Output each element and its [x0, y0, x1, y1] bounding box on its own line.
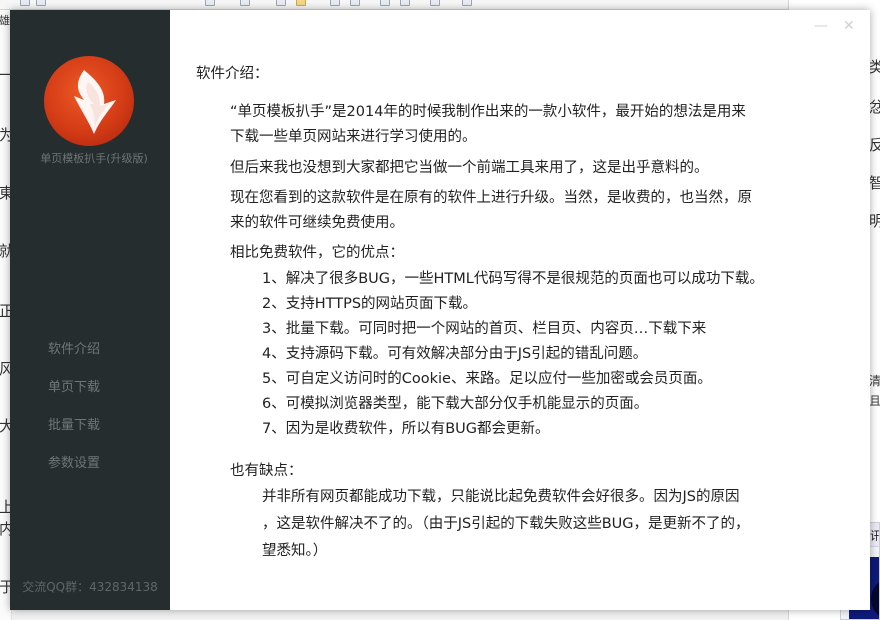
bg-char: 反	[869, 134, 880, 155]
text-line: 相比免费软件，它的优点：	[230, 245, 404, 261]
sidebar-item-intro[interactable]: 软件介绍	[48, 341, 100, 379]
close-icon[interactable]: ✕	[843, 18, 855, 34]
cons-title: 也有缺点：	[230, 459, 820, 484]
bg-char: 类	[869, 56, 880, 77]
bg-char: 智	[869, 172, 880, 193]
format-icon[interactable]	[462, 0, 472, 6]
bg-char: 忿	[869, 96, 880, 117]
pros-item: 3、批量下载。可同时把一个网站的首页、栏目页、内容页…下载下来	[262, 321, 707, 337]
pen-icon[interactable]	[380, 0, 390, 6]
bg-char: 雄	[0, 14, 10, 27]
sidebar-item-batch-download[interactable]: 批量下载	[48, 417, 100, 455]
paragraph-3: 现在您看到的这款软件是在原有的软件上进行升级。当然，是收费的，也当然，原 来的软…	[230, 186, 820, 236]
text-line: 下载一些单页网站来进行学习使用的。	[230, 129, 477, 145]
bg-char: 明	[869, 210, 880, 231]
app-logo	[44, 56, 134, 146]
bg-char: 清	[869, 374, 880, 388]
pros-item: 6、可模拟浏览器类型，能下载大部分仅手机能显示的页面。	[262, 396, 649, 412]
toolbar-icon[interactable]	[20, 0, 30, 6]
text-line: 但后来我也没想到大家都把它当做一个前端工具来用了，这是出乎意料的。	[230, 160, 709, 176]
pros-item: 5、可自定义访问时的Cookie、来路。足以应付一些加密或会员页面。	[262, 371, 712, 387]
marker-icon[interactable]	[400, 0, 410, 6]
bg-char: 且	[869, 394, 880, 408]
sidebar-item-single-download[interactable]: 单页下载	[48, 379, 100, 417]
text-line: ，这是软件解决不了的。（由于JS引起的下载失败这些BUG，是更新不了的，	[262, 516, 750, 532]
pros-item: 1、解决了很多BUG，一些HTML代码写得不是很规范的页面也可以成功下载。	[262, 271, 764, 287]
paragraph-2: 但后来我也没想到大家都把它当做一个前端工具来用了，这是出乎意料的。	[230, 156, 820, 181]
align-icon[interactable]	[276, 0, 286, 6]
align-icon[interactable]	[296, 0, 306, 6]
align-icon[interactable]	[350, 0, 360, 6]
app-name: 单页模板扒手(升级版)	[40, 152, 148, 165]
pros-item: 2、支持HTTPS的网站页面下载。	[262, 296, 478, 312]
sidebar-nav: 软件介绍 单页下载 批量下载 参数设置	[48, 341, 100, 493]
text-line: 望悉知。）	[262, 543, 328, 559]
host-toolbar	[0, 0, 880, 10]
section-title: 软件介绍：	[196, 66, 269, 82]
text-line: “单页模板扒手”是2014年的时候我制作出来的一款小软件，最开始的想法是用来	[230, 104, 746, 120]
text-line: 并非所有网页都能成功下载，只能说比起免费软件会好很多。因为JS的原因	[262, 489, 740, 505]
pros-item: 4、支持源码下载。可有效解决部分由于JS引起的错乱问题。	[262, 346, 648, 362]
list-icon[interactable]	[205, 0, 215, 6]
pros-title: 相比免费软件，它的优点：	[230, 241, 820, 266]
list-icon[interactable]	[240, 0, 250, 6]
pros-item: 7、因为是收费软件，所以有BUG都会更新。	[262, 421, 550, 437]
about-dialog: — ✕ 单页模板扒手(升级版) 软件介绍 单页下载 批量下载 参数设置 交流QQ…	[10, 10, 870, 610]
minimize-icon[interactable]: —	[814, 18, 828, 34]
qq-group-info: 交流QQ群：432834138	[22, 580, 158, 594]
toolbar-icon[interactable]	[36, 0, 46, 6]
sidebar-item-settings[interactable]: 参数设置	[48, 455, 100, 493]
intro-paragraph: “单页模板扒手”是2014年的时候我制作出来的一款小软件，最开始的想法是用来 下…	[230, 100, 820, 150]
sidebar: 单页模板扒手(升级版) 软件介绍 单页下载 批量下载 参数设置 交流QQ群：43…	[10, 10, 170, 610]
text-line: 来的软件可继续免费使用。	[230, 215, 404, 231]
text-line: 也有缺点：	[230, 463, 303, 479]
align-icon[interactable]	[330, 0, 340, 6]
cons-paragraph: 并非所有网页都能成功下载，只能说比起免费软件会好很多。因为JS的原因 ，这是软件…	[262, 484, 822, 565]
text-line: 现在您看到的这款软件是在原有的软件上进行升级。当然，是收费的，也当然，原	[230, 190, 752, 206]
highlight-icon[interactable]	[430, 0, 440, 6]
flame-arrow-icon	[74, 70, 116, 134]
